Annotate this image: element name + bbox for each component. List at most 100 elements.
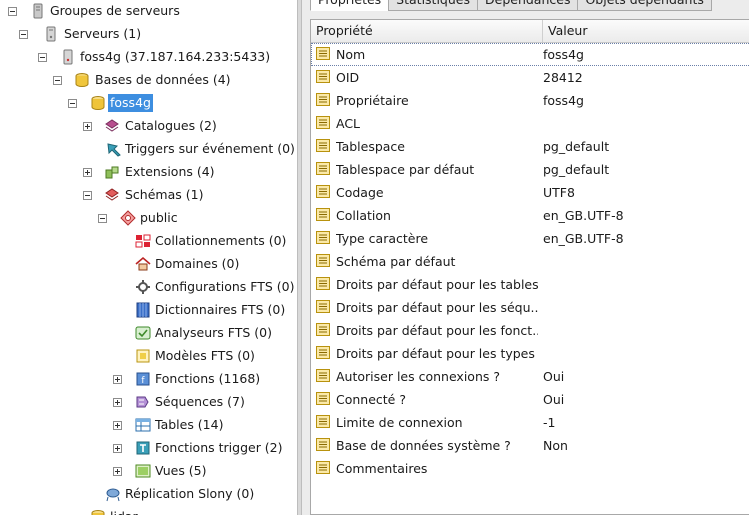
- property-icon: [316, 208, 330, 221]
- tree-item-label: Domaines (0): [155, 256, 240, 271]
- collapse-icon[interactable]: [53, 76, 62, 85]
- tree-item-serveurs-1[interactable]: Serveurs (1): [0, 23, 297, 46]
- databases-icon: [74, 72, 90, 88]
- tree-item-domaines-0[interactable]: Domaines (0): [0, 253, 297, 276]
- expand-icon[interactable]: [113, 421, 122, 430]
- expand-icon[interactable]: [113, 467, 122, 476]
- tree-item-analyseurs-fts-0[interactable]: Analyseurs FTS (0): [0, 322, 297, 345]
- property-icon: [316, 70, 330, 83]
- tree-item-fonctions-trigger-2[interactable]: Fonctions trigger (2): [0, 437, 297, 460]
- tree-item-lidar[interactable]: lidar: [0, 506, 297, 515]
- tree-item-foss4g-37-187-164-233-5433[interactable]: foss4g (37.187.164.233:5433): [0, 46, 297, 69]
- property-value: foss4g: [543, 47, 584, 62]
- property-icon: [316, 369, 330, 382]
- property-row[interactable]: Droits par défaut pour les tables: [311, 273, 749, 296]
- collapse-icon[interactable]: [8, 7, 17, 16]
- collapse-icon[interactable]: [19, 30, 28, 39]
- tree-item-foss4g[interactable]: foss4g: [0, 92, 297, 115]
- collapse-icon[interactable]: [38, 53, 47, 62]
- expand-icon[interactable]: [113, 444, 122, 453]
- fts-config-icon: [135, 279, 151, 295]
- tree-item-configurations-fts-0[interactable]: Configurations FTS (0): [0, 276, 297, 299]
- tree-item-vues-5[interactable]: Vues (5): [0, 460, 297, 483]
- tree-item-public[interactable]: public: [0, 207, 297, 230]
- domain-icon: [135, 256, 151, 272]
- property-row[interactable]: Droits par défaut pour les fonct...: [311, 319, 749, 342]
- tree-item-sch-mas-1[interactable]: Schémas (1): [0, 184, 297, 207]
- property-name: Propriétaire: [336, 93, 409, 108]
- property-icon: [316, 438, 330, 451]
- tree-item-collationnements-0[interactable]: Collationnements (0): [0, 230, 297, 253]
- property-value: pg_default: [543, 139, 610, 154]
- tab-statistiques[interactable]: Statistiques: [388, 0, 478, 11]
- property-value: en_GB.UTF-8: [543, 231, 624, 246]
- views-icon: [135, 463, 151, 479]
- tree-item-label: Configurations FTS (0): [155, 279, 295, 294]
- property-name: Tablespace par défaut: [336, 162, 475, 177]
- column-header-property[interactable]: Propriété: [311, 20, 543, 42]
- tree-item-triggers-sur-v-nement-0[interactable]: Triggers sur événement (0): [0, 138, 297, 161]
- collapse-icon[interactable]: [68, 99, 77, 108]
- tree-item-catalogues-2[interactable]: Catalogues (2): [0, 115, 297, 138]
- property-name: OID: [336, 70, 360, 85]
- fts-parser-icon: [135, 325, 151, 341]
- expand-icon[interactable]: [113, 375, 122, 384]
- tree-item-label: foss4g: [108, 94, 153, 112]
- tree-item-tables-14[interactable]: Tables (14): [0, 414, 297, 437]
- tab-objets-dependants[interactable]: Objets dépendants: [577, 0, 712, 11]
- property-row[interactable]: Tablespace pg_default: [311, 135, 749, 158]
- property-row[interactable]: Tablespace par défaut pg_default: [311, 158, 749, 181]
- property-value: pg_default: [543, 162, 610, 177]
- property-row[interactable]: Autoriser les connexions ? Oui: [311, 365, 749, 388]
- tab-proprietes[interactable]: Propriétés: [310, 0, 390, 11]
- property-name: Tablespace: [336, 139, 405, 154]
- servers-icon: [43, 26, 59, 42]
- expand-icon[interactable]: [113, 398, 122, 407]
- property-row[interactable]: Collation en_GB.UTF-8: [311, 204, 749, 227]
- property-row[interactable]: Droits par défaut pour les types: [311, 342, 749, 365]
- tree-item-label: Réplication Slony (0): [125, 486, 255, 501]
- property-icon: [316, 277, 330, 290]
- property-row[interactable]: Type caractère en_GB.UTF-8: [311, 227, 749, 250]
- collapse-icon[interactable]: [83, 191, 92, 200]
- property-row[interactable]: Schéma par défaut: [311, 250, 749, 273]
- property-icon: [316, 300, 330, 313]
- property-row[interactable]: Droits par défaut pour les séqu...: [311, 296, 749, 319]
- property-row[interactable]: Nom foss4g: [311, 43, 749, 66]
- tree-item-s-quences-7[interactable]: Séquences (7): [0, 391, 297, 414]
- property-row[interactable]: Connecté ? Oui: [311, 388, 749, 411]
- functions-icon: f: [135, 371, 151, 387]
- property-row[interactable]: ACL: [311, 112, 749, 135]
- tree-item-label: Collationnements (0): [155, 233, 287, 248]
- property-icon: [316, 392, 330, 405]
- column-header-value[interactable]: Valeur: [543, 20, 749, 42]
- tree-item-extensions-4[interactable]: Extensions (4): [0, 161, 297, 184]
- property-row[interactable]: OID 28412: [311, 66, 749, 89]
- tree-item-bases-de-donn-es-4[interactable]: Bases de données (4): [0, 69, 297, 92]
- property-icon: [316, 47, 330, 60]
- properties-list[interactable]: Propriété Valeur Nom foss4g OID 28412 Propri…: [310, 19, 749, 515]
- property-icon: [316, 346, 330, 359]
- database-icon: [90, 509, 106, 515]
- tree-item-r-plication-slony-0[interactable]: Réplication Slony (0): [0, 483, 297, 506]
- schema-icon: [120, 210, 136, 226]
- expand-icon[interactable]: [83, 122, 92, 131]
- object-browser-tree[interactable]: Groupes de serveurs Serveurs (1) foss4g (3…: [0, 0, 297, 515]
- tree-item-groupes-de-serveurs[interactable]: Groupes de serveurs: [0, 0, 297, 23]
- slony-icon: [105, 486, 121, 502]
- property-name: Collation: [336, 208, 391, 223]
- property-icon: [316, 323, 330, 336]
- tree-item-dictionnaires-fts-0[interactable]: Dictionnaires FTS (0): [0, 299, 297, 322]
- tab-dependances[interactable]: Dépendances: [477, 0, 579, 11]
- property-row[interactable]: Codage UTF8: [311, 181, 749, 204]
- tree-item-fonctions-1168[interactable]: f Fonctions (1168): [0, 368, 297, 391]
- property-row[interactable]: Commentaires: [311, 457, 749, 480]
- collapse-icon[interactable]: [98, 214, 107, 223]
- property-row[interactable]: Propriétaire foss4g: [311, 89, 749, 112]
- property-name: Nom: [336, 47, 366, 62]
- fts-template-icon: [135, 348, 151, 364]
- property-row[interactable]: Limite de connexion -1: [311, 411, 749, 434]
- property-row[interactable]: Base de données système ? Non: [311, 434, 749, 457]
- tree-item-mod-les-fts-0[interactable]: Modèles FTS (0): [0, 345, 297, 368]
- expand-icon[interactable]: [83, 168, 92, 177]
